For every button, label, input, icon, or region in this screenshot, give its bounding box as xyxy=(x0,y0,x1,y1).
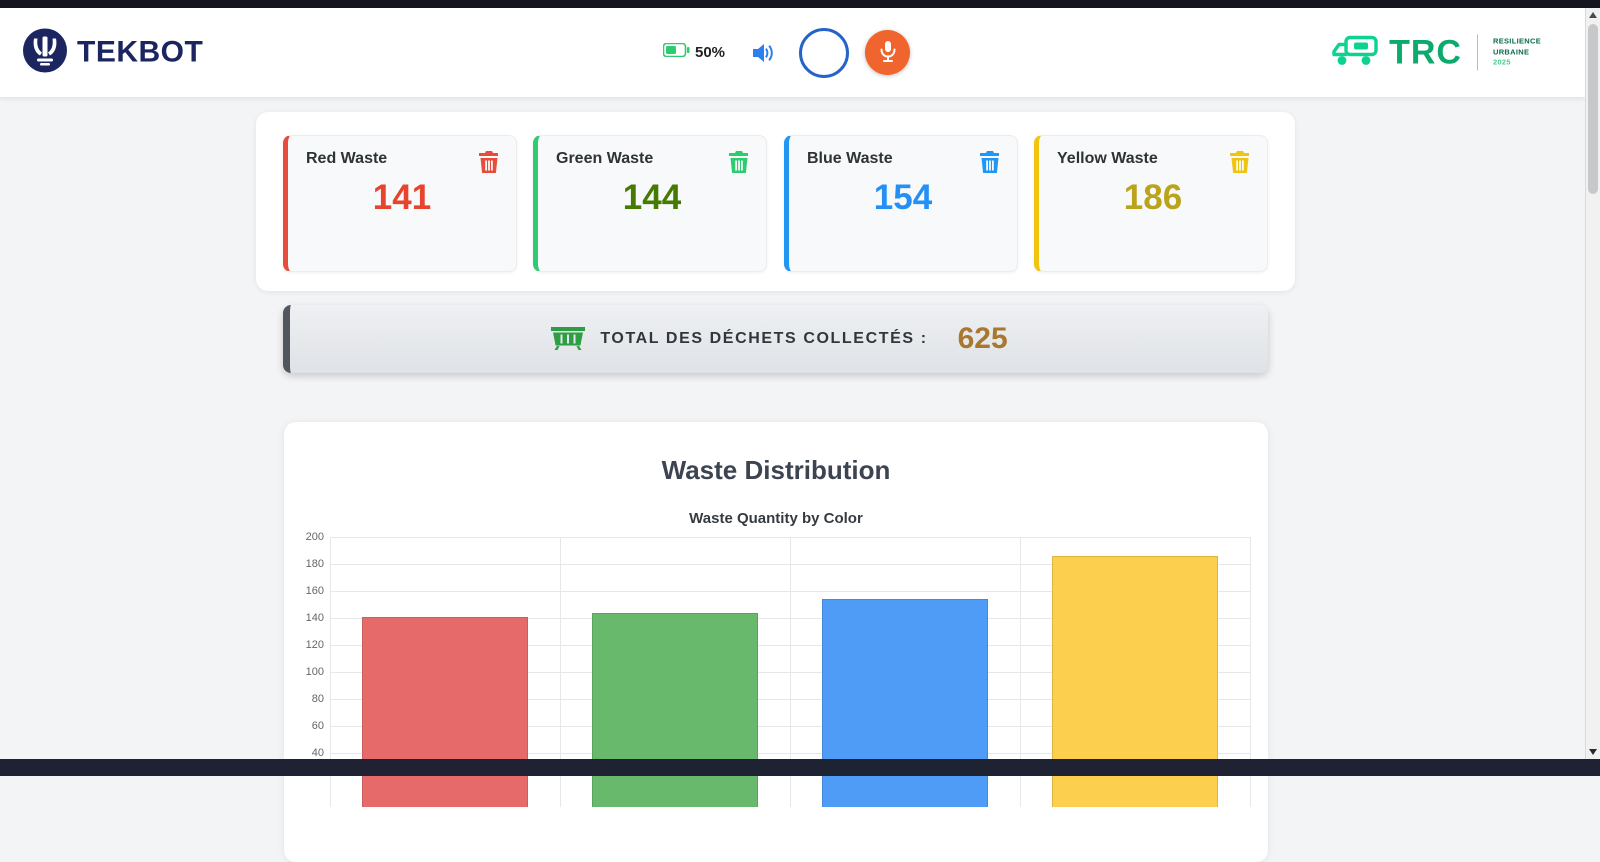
battery-indicator: 50% xyxy=(662,42,726,62)
trc-tagline: RESILIENCE URBAINE 2025 xyxy=(1493,37,1541,69)
y-axis-tick-label: 60 xyxy=(311,720,324,732)
y-axis-tick-label: 160 xyxy=(305,585,324,597)
card-value: 144 xyxy=(622,178,682,217)
tekbot-logo[interactable]: TEKBOT xyxy=(22,27,203,78)
trash-icon[interactable] xyxy=(478,150,500,174)
card-label: Blue Waste xyxy=(807,150,893,167)
window-top-edge xyxy=(0,0,1600,8)
trash-icon[interactable] xyxy=(979,150,1001,174)
y-axis-tick-label: 120 xyxy=(305,639,324,651)
trc-name: TRC xyxy=(1389,33,1462,71)
scrollbar-down-arrow[interactable] xyxy=(1586,745,1600,759)
window-bottom-edge xyxy=(0,759,1600,776)
trc-divider xyxy=(1476,34,1478,71)
card-label: Yellow Waste xyxy=(1057,150,1158,167)
total-label: TOTAL DES DÉCHETS COLLECTÉS : xyxy=(600,330,928,347)
battery-icon xyxy=(662,42,690,62)
speaker-icon[interactable] xyxy=(751,42,775,64)
chart-panel-title: Waste Distribution xyxy=(661,455,891,485)
scrollbar[interactable] xyxy=(1585,8,1600,759)
y-axis-tick-label: 140 xyxy=(305,612,324,624)
trash-icon[interactable] xyxy=(1229,150,1251,174)
brand-name: TEKBOT xyxy=(77,35,204,69)
trc-tagline-line1: RESILIENCE xyxy=(1492,36,1541,46)
total-collected-banner: TOTAL DES DÉCHETS COLLECTÉS : 625 xyxy=(283,305,1268,373)
dumpster-icon xyxy=(550,323,586,355)
y-axis-tick-label: 200 xyxy=(305,531,324,543)
battery-percent: 50% xyxy=(695,44,726,61)
tekbot-logo-icon xyxy=(22,27,68,78)
trc-logo: TRC RESILIENCE URBAINE 2025 xyxy=(1330,32,1541,73)
waste-card-green: Green Waste 144 xyxy=(533,135,767,272)
waste-card-blue: Blue Waste 154 xyxy=(784,135,1018,272)
trc-truck-icon xyxy=(1330,32,1380,73)
y-axis-tick-label: 40 xyxy=(311,747,324,759)
waste-card-yellow: Yellow Waste 186 xyxy=(1034,135,1268,272)
waste-cards-panel: Red Waste 141 Green Waste 144 Blue Waste… xyxy=(256,112,1295,291)
microphone-icon xyxy=(878,40,898,66)
y-axis-tick-label: 100 xyxy=(305,666,324,678)
header-controls: 50% xyxy=(662,8,911,97)
microphone-button[interactable] xyxy=(865,30,911,75)
card-label: Green Waste xyxy=(556,150,654,167)
trash-icon[interactable] xyxy=(728,150,750,174)
scrollbar-thumb[interactable] xyxy=(1588,24,1598,194)
trc-tagline-year: 2025 xyxy=(1492,57,1511,67)
bar-red-waste[interactable] xyxy=(362,616,528,807)
app-header: TEKBOT 50% TRC RESILIENCE URBAINE 2025 xyxy=(0,8,1585,97)
trc-tagline-line2: URBAINE xyxy=(1492,47,1530,57)
waste-distribution-panel: Waste Distribution Waste Quantity by Col… xyxy=(284,422,1268,862)
y-axis-tick-label: 180 xyxy=(305,558,324,570)
card-value: 186 xyxy=(1123,178,1183,217)
y-axis-tick-label: 80 xyxy=(311,693,324,705)
card-value: 141 xyxy=(372,178,432,217)
chart-title: Waste Quantity by Color xyxy=(689,510,863,527)
waste-card-red: Red Waste 141 xyxy=(283,135,517,272)
card-value: 154 xyxy=(873,178,933,217)
total-value: 625 xyxy=(957,322,1008,355)
scrollbar-up-arrow[interactable] xyxy=(1586,8,1600,22)
bar-green-waste[interactable] xyxy=(592,612,758,807)
card-label: Red Waste xyxy=(306,150,388,167)
status-circle-button[interactable] xyxy=(799,27,850,78)
